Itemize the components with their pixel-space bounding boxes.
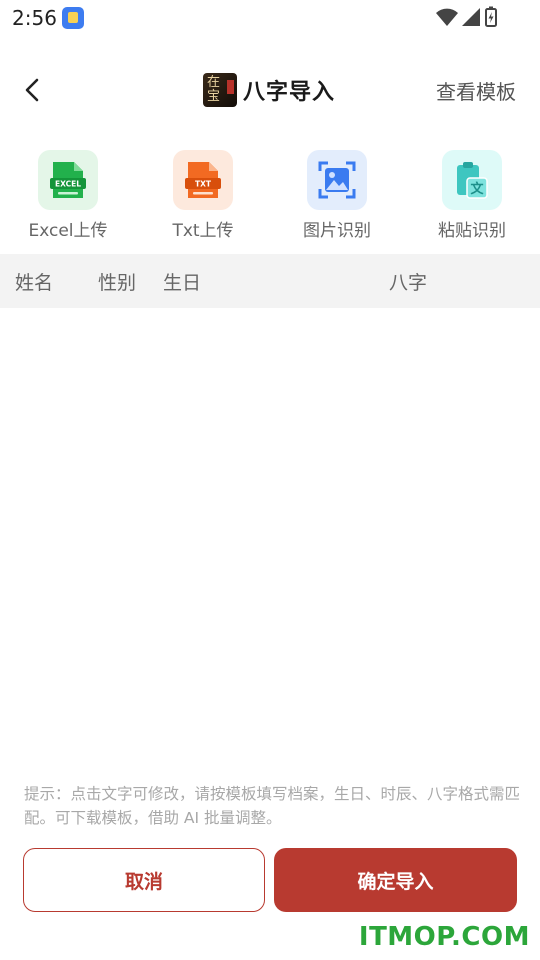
title-group: 在宝 八字导入 bbox=[203, 73, 335, 107]
column-header-birthday: 生日 bbox=[163, 272, 202, 294]
notification-app-icon bbox=[62, 7, 84, 29]
image-scan-icon bbox=[307, 150, 367, 210]
wifi-icon bbox=[436, 8, 458, 26]
paste-recognition-label: 粘贴识别 bbox=[438, 221, 506, 241]
status-bar: 2:56 bbox=[0, 0, 540, 36]
column-header-bazi: 八字 bbox=[389, 272, 428, 294]
image-recognition-label: 图片识别 bbox=[303, 221, 371, 241]
svg-text:文: 文 bbox=[470, 181, 484, 197]
excel-upload-option[interactable]: EXCEL Excel上传 bbox=[3, 150, 133, 241]
hint-text: 提示：点击文字可修改，请按模板填写档案，生日、时辰、八字格式需匹配。可下载模板，… bbox=[24, 785, 521, 827]
import-options: EXCEL Excel上传 TXT Txt上传 图片识别 文 粘贴识别 bbox=[0, 150, 540, 246]
svg-text:EXCEL: EXCEL bbox=[55, 180, 81, 189]
watermark: ITMOP.COM bbox=[358, 922, 530, 952]
paste-recognition-option[interactable]: 文 粘贴识别 bbox=[407, 150, 537, 241]
image-recognition-option[interactable]: 图片识别 bbox=[272, 150, 402, 241]
chevron-left-icon bbox=[25, 78, 39, 102]
confirm-import-button[interactable]: 确定导入 bbox=[274, 848, 517, 912]
status-icons bbox=[436, 6, 502, 28]
nav-bar: 在宝 八字导入 查看模板 bbox=[0, 60, 540, 120]
view-template-link[interactable]: 查看模板 bbox=[436, 76, 516, 105]
table-header: 姓名 性别 生日 八字 bbox=[0, 254, 540, 308]
txt-upload-label: Txt上传 bbox=[172, 221, 234, 241]
back-button[interactable] bbox=[14, 72, 50, 108]
battery-charging-icon bbox=[485, 6, 497, 27]
svg-text:TXT: TXT bbox=[195, 180, 212, 189]
cancel-button[interactable]: 取消 bbox=[23, 848, 265, 912]
excel-upload-label: Excel上传 bbox=[28, 221, 108, 241]
cellular-signal-icon bbox=[462, 8, 480, 26]
status-time: 2:56 bbox=[12, 6, 57, 30]
column-header-gender: 性别 bbox=[98, 272, 137, 294]
txt-file-icon: TXT bbox=[173, 150, 233, 210]
clipboard-text-icon: 文 bbox=[442, 150, 502, 210]
excel-file-icon: EXCEL bbox=[38, 150, 98, 210]
txt-upload-option[interactable]: TXT Txt上传 bbox=[138, 150, 268, 241]
page-title: 八字导入 bbox=[243, 80, 336, 105]
app-logo-icon: 在宝 bbox=[203, 73, 237, 107]
column-header-name: 姓名 bbox=[15, 272, 54, 294]
